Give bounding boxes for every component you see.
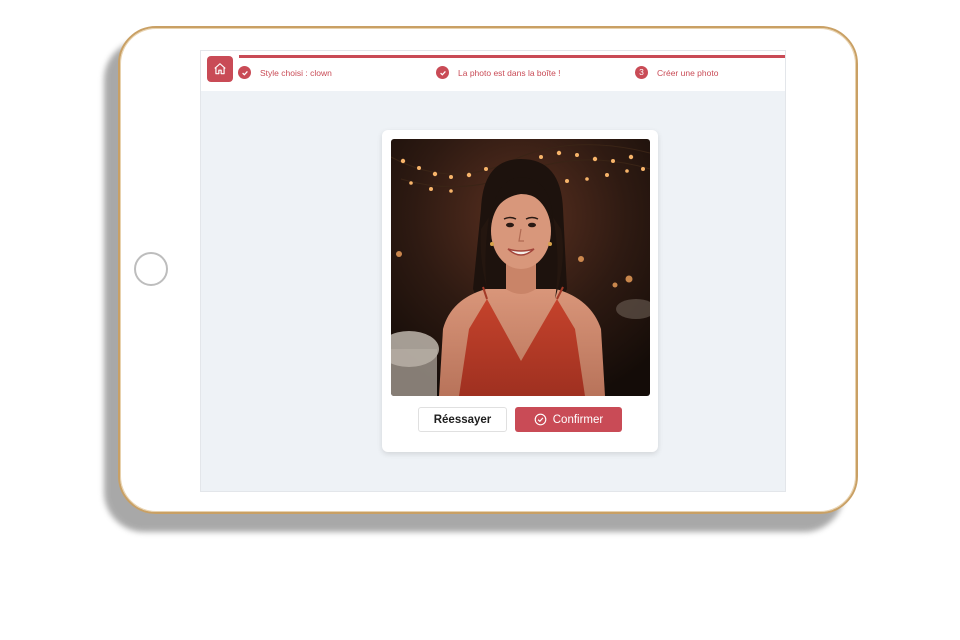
step-2-label: La photo est dans la boîte ! [458, 67, 561, 78]
step-header: Style choisi : clown La photo est dans l… [201, 51, 785, 91]
check-icon [238, 66, 251, 79]
check-circle-icon [534, 413, 547, 426]
step-2: La photo est dans la boîte ! [436, 66, 561, 79]
check-icon [436, 66, 449, 79]
home-icon [214, 63, 226, 75]
retry-button[interactable]: Réessayer [418, 407, 507, 432]
app-screen: Style choisi : clown La photo est dans l… [200, 50, 786, 492]
progress-bar [239, 55, 785, 58]
photo-preview-card: Réessayer Confirmer [382, 130, 658, 452]
step-3-number: 3 [635, 66, 648, 79]
confirm-button[interactable]: Confirmer [515, 407, 622, 432]
tablet-home-button[interactable] [134, 252, 168, 286]
step-1-label: Style choisi : clown [260, 67, 332, 78]
confirm-button-label: Confirmer [552, 413, 604, 426]
step-1: Style choisi : clown [238, 66, 332, 79]
home-button[interactable] [207, 56, 233, 82]
captured-photo [391, 139, 650, 396]
step-3-label: Créer une photo [657, 67, 719, 78]
retry-button-label: Réessayer [433, 413, 492, 426]
step-3: 3 Créer une photo [635, 66, 718, 79]
